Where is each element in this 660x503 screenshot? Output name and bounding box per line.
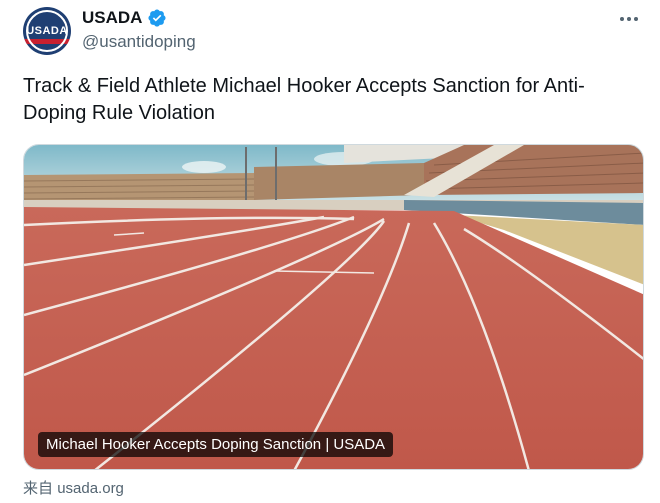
link-card-source[interactable]: 来自 usada.org (23, 477, 124, 498)
avatar-logo-text: USADA (26, 25, 68, 37)
more-options-icon[interactable] (614, 8, 644, 30)
running-track-photo (24, 145, 643, 469)
author-handle[interactable]: @usantidoping (82, 32, 196, 52)
avatar[interactable]: USADA (23, 7, 71, 55)
source-domain[interactable]: usada.org (57, 480, 124, 497)
source-prefix: 来自 (23, 480, 54, 497)
verified-badge-icon (148, 9, 166, 27)
tweet-text: Track & Field Athlete Michael Hooker Acc… (23, 75, 585, 124)
link-card-title[interactable]: Michael Hooker Accepts Doping Sanction |… (38, 432, 394, 457)
author-name-row: USADA (82, 8, 167, 28)
author-display-name[interactable]: USADA (82, 8, 142, 28)
link-card-image[interactable]: Michael Hooker Accepts Doping Sanction |… (23, 144, 644, 470)
tweet-card: USADA USADA @usantidoping Track & Field … (0, 0, 660, 503)
